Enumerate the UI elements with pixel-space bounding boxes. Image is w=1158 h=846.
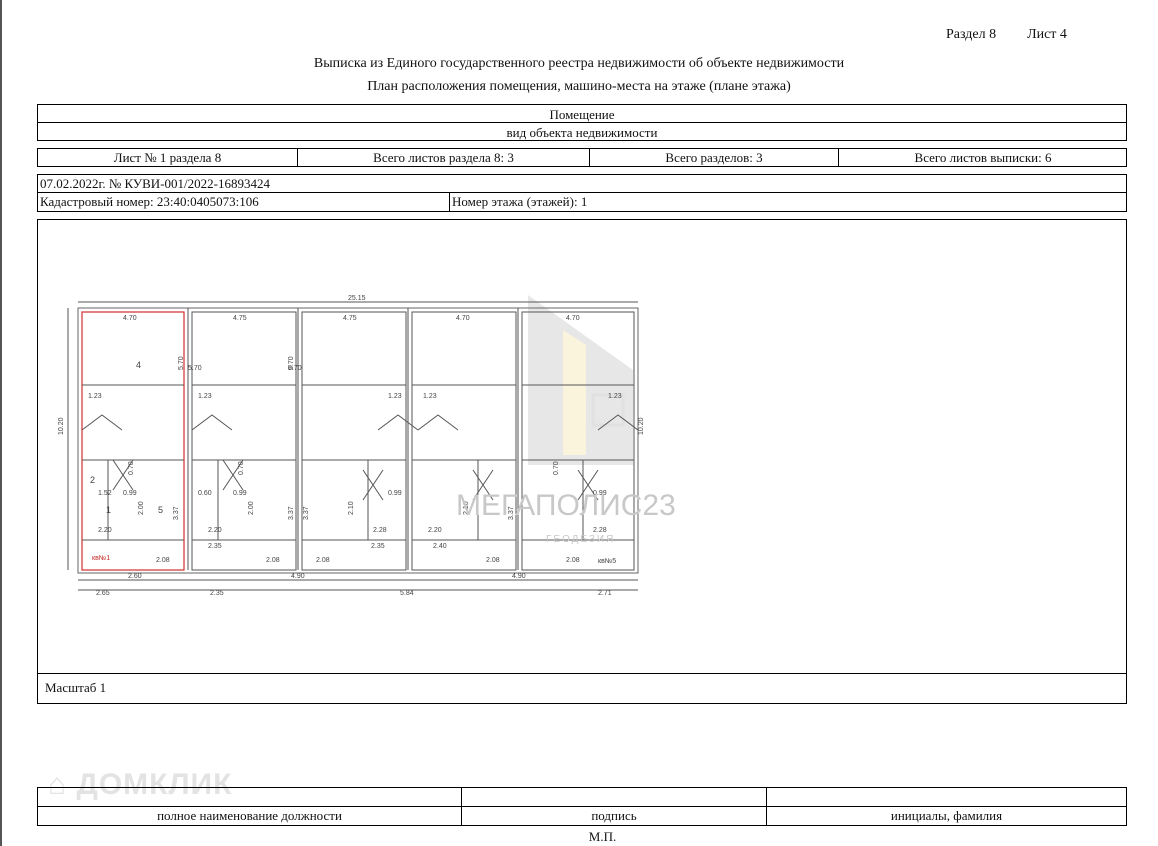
- plan-mid-width: 2.60: [128, 573, 142, 580]
- cadastral-number: Кадастровый номер: 23:40:0405073:106: [38, 193, 450, 211]
- dim-label: 3.37: [173, 506, 180, 520]
- megapolis-logo-icon: [528, 295, 633, 465]
- dim-label: 2.20: [208, 527, 222, 534]
- plan-width-2: 4.75: [233, 315, 247, 322]
- floor-number: Номер этажа (этажей): 1: [452, 194, 588, 209]
- dim-label: 5.70: [188, 365, 202, 372]
- dim-label: 5.70: [288, 356, 295, 370]
- object-type-row: Помещение: [37, 104, 1127, 123]
- floor-plan-drawing: 25.15 4.70 4.75 4.75 4.70 4.70 4 2 1 5 к…: [58, 295, 645, 597]
- dim-label: 2.35: [208, 543, 222, 550]
- dim-label: 0.70: [553, 461, 560, 475]
- plan-height: 10.20: [58, 417, 65, 435]
- total-sheets-extract: Всего листов выписки: 6: [914, 150, 1052, 165]
- signature-captions-row: полное наименование должности подпись ин…: [37, 806, 1127, 826]
- name-caption: инициалы, фамилия: [890, 808, 1003, 823]
- dim-label: 2.10: [348, 501, 355, 515]
- dim-label: 0.99: [388, 490, 402, 497]
- sign-field: [462, 788, 767, 806]
- plan-width-5: 4.70: [566, 315, 580, 322]
- room-label: 1: [106, 505, 111, 515]
- total-sections: Всего разделов: 3: [590, 149, 839, 166]
- dim-label: 0.60: [198, 490, 212, 497]
- document-title: Выписка из Единого государственного реес…: [313, 56, 845, 71]
- sheet-of-section: Лист № 1 раздела 8: [38, 149, 298, 166]
- position-field: [38, 788, 462, 806]
- object-kind-caption: вид объекта недвижимости: [506, 125, 658, 140]
- dim-label: 3.37: [288, 506, 295, 520]
- dim-label: 2.08: [266, 557, 280, 564]
- plan-height: 10.20: [638, 417, 645, 435]
- page-edge: [0, 0, 2, 846]
- dim-label: 1.52: [98, 490, 112, 497]
- unit-label: кв№1: [92, 555, 110, 562]
- dim-label: 5.70: [178, 356, 185, 370]
- cadastral-row: Кадастровый номер: 23:40:0405073:106 Ном…: [37, 192, 1127, 212]
- dim-label: 1.23: [423, 393, 437, 400]
- dim-label: 1.23: [388, 393, 402, 400]
- record-date-number: 07.02.2022г. № КУВИ-001/2022-16893424: [40, 176, 270, 191]
- dim-label: 0.70: [238, 461, 245, 475]
- section-number: Раздел 8: [946, 27, 997, 42]
- plan-bottom-width: 2.65: [96, 590, 110, 597]
- dim-label: 2.08: [566, 557, 580, 564]
- dim-label: 2.00: [138, 501, 145, 515]
- dim-label: 2.28: [373, 527, 387, 534]
- name-field: [767, 788, 1126, 806]
- unit-label: кв№5: [598, 558, 616, 565]
- megapolis-watermark-sub: ГЕОДЕЗИЯ: [546, 534, 616, 545]
- signature-fields-row: [37, 787, 1127, 807]
- dim-label: 2.28: [593, 527, 607, 534]
- dim-label: 2.00: [248, 501, 255, 515]
- plan-mid-width: 4.90: [291, 573, 305, 580]
- document-subtitle: План расположения помещения, машино-мест…: [367, 79, 791, 94]
- plan-total-width: 25.15: [348, 295, 366, 302]
- section-sheet-header: Раздел 8 Лист 4: [946, 27, 1067, 43]
- sheet-info-row: Лист № 1 раздела 8 Всего листов раздела …: [37, 148, 1127, 167]
- plan-width-1: 4.70: [123, 315, 137, 322]
- sign-caption: подпись: [462, 807, 767, 825]
- sheet-number: Лист 4: [1027, 27, 1067, 42]
- megapolis-watermark: МЕГАПОЛИС23: [456, 489, 676, 522]
- dim-label: 3.37: [303, 506, 310, 520]
- room-label: 5: [158, 505, 163, 515]
- dim-label: 2.35: [371, 543, 385, 550]
- dim-label: 2.08: [156, 557, 170, 564]
- plan-width-4: 4.70: [456, 315, 470, 322]
- plan-mid-width: 4.90: [512, 573, 526, 580]
- plan-width-3: 4.75: [343, 315, 357, 322]
- plan-bottom-width: 2.71: [598, 590, 612, 597]
- stamp-place: М.П.: [588, 829, 617, 844]
- plan-bottom-width: 5.84: [400, 590, 414, 597]
- record-date-row: 07.02.2022г. № КУВИ-001/2022-16893424: [37, 174, 1127, 193]
- scale-label: Масштаб 1: [45, 680, 107, 695]
- dim-label: 1.23: [88, 393, 102, 400]
- dim-label: 1.23: [608, 393, 622, 400]
- dim-label: 2.08: [486, 557, 500, 564]
- dim-label: 0.70: [128, 461, 135, 475]
- dim-label: 2.20: [428, 527, 442, 534]
- dim-label: 1.23: [198, 393, 212, 400]
- object-kind-row: вид объекта недвижимости: [37, 122, 1127, 141]
- floor-plan-frame: 25.15 4.70 4.75 4.75 4.70 4.70 4 2 1 5 к…: [37, 219, 1127, 674]
- dim-label: 0.99: [233, 490, 247, 497]
- dim-label: 0.99: [123, 490, 137, 497]
- position-caption: полное наименование должности: [38, 807, 462, 825]
- dim-label: 2.08: [316, 557, 330, 564]
- dim-label: 2.40: [433, 543, 447, 550]
- total-sheets-section: Всего листов раздела 8: 3: [298, 149, 590, 166]
- plan-bottom-width: 2.35: [210, 590, 224, 597]
- room-label: 2: [90, 475, 95, 485]
- room-label: 4: [136, 360, 141, 370]
- dim-label: 2.20: [98, 527, 112, 534]
- scale-row: Масштаб 1: [37, 674, 1127, 704]
